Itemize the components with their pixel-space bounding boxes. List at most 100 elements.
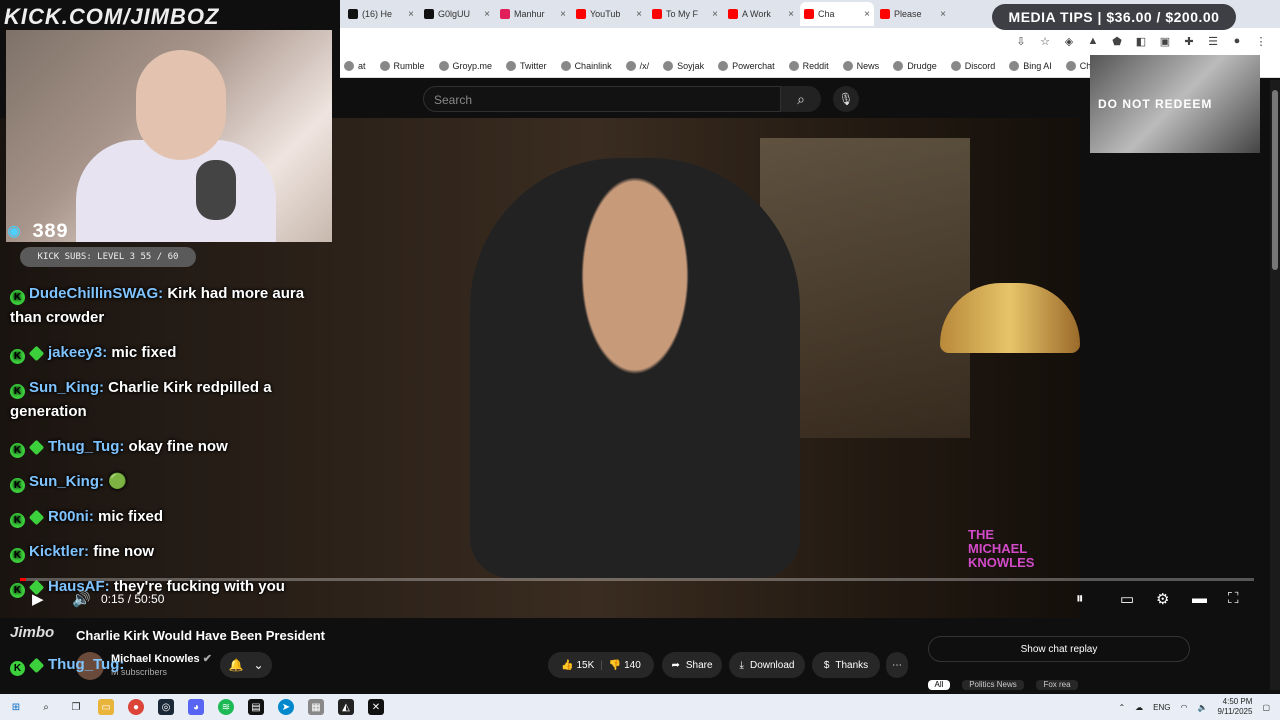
close-icon[interactable]: × <box>408 9 414 20</box>
time-display: 0:15 / 50:50 <box>101 592 165 606</box>
chat-username[interactable]: Thug_Tug: <box>48 438 124 455</box>
page-scrollbar[interactable] <box>1270 80 1280 690</box>
shield-icon[interactable]: ⬟ <box>1110 34 1124 48</box>
task-view-icon[interactable]: ❐ <box>68 699 84 715</box>
chip-fox[interactable]: Fox rea <box>1036 680 1078 690</box>
chat-username[interactable]: DudeChillinSWAG: <box>29 285 163 302</box>
media-icon[interactable]: ☰ <box>1206 34 1220 48</box>
star-icon[interactable]: ☆ <box>1038 34 1052 48</box>
volume-icon[interactable]: 🔊 <box>72 590 91 608</box>
browser-tab[interactable]: Manhur × <box>496 2 570 26</box>
bookmark-icon <box>344 60 354 71</box>
fullscreen-icon[interactable]: ⛶ <box>1228 590 1239 607</box>
dislike-button[interactable]: 👎 140 <box>609 660 641 671</box>
share-button[interactable]: ➦ Share <box>662 652 722 678</box>
chrome-icon[interactable]: ● <box>128 699 144 715</box>
show-chat-replay-button[interactable]: Show chat replay <box>928 636 1190 662</box>
search-input[interactable]: Search <box>423 86 781 112</box>
bookmark-item[interactable]: at <box>344 60 366 71</box>
volume-icon[interactable]: 🔈 <box>1197 703 1207 712</box>
app-icon[interactable]: ▦ <box>308 699 324 715</box>
more-actions-button[interactable]: ⋯ <box>886 652 908 678</box>
browser-tab[interactable]: G0lgUU × <box>420 2 494 26</box>
steam-icon[interactable]: ◎ <box>158 699 174 715</box>
close-icon[interactable]: × <box>788 9 794 20</box>
progress-bar[interactable] <box>20 578 1254 581</box>
thanks-label: Thanks <box>835 659 869 671</box>
tab-label: To My F <box>666 9 699 19</box>
bookmark-item[interactable]: Drudge <box>893 60 937 71</box>
bookmark-item[interactable]: Powerchat <box>718 60 775 71</box>
extension-icon[interactable]: ◧ <box>1134 34 1148 48</box>
terminal-icon[interactable]: ▤ <box>248 699 264 715</box>
notification-icon[interactable]: ▢ <box>1262 703 1270 712</box>
bookmark-item[interactable]: Groyp.me <box>438 60 492 71</box>
language-indicator[interactable]: ENG <box>1153 703 1170 712</box>
bookmark-item[interactable]: Reddit <box>788 60 829 71</box>
extension-icon[interactable]: ◈ <box>1062 34 1076 48</box>
voice-search-button[interactable]: 🎙 <box>833 86 859 112</box>
wifi-icon[interactable]: ◠ <box>1180 703 1187 712</box>
bookmark-item[interactable]: Bing AI <box>1009 60 1052 71</box>
browser-tab[interactable]: Please × <box>876 2 950 26</box>
settings-icon[interactable]: ⚙ <box>1156 590 1169 608</box>
puzzle-icon[interactable]: ✚ <box>1182 34 1196 48</box>
close-icon[interactable]: × <box>864 9 870 20</box>
install-icon[interactable]: ⇩ <box>1014 34 1028 48</box>
jimbo-logo: Jimbo <box>10 624 55 641</box>
start-icon[interactable]: ⊞ <box>8 699 24 715</box>
bookmark-item[interactable]: Chainlink <box>560 60 612 71</box>
capcut-icon[interactable]: ✕ <box>368 699 384 715</box>
close-icon[interactable]: × <box>560 9 566 20</box>
channel-name[interactable]: Michael Knowles ✔ <box>111 652 212 665</box>
chat-username[interactable]: Sun_King: <box>29 379 104 396</box>
extension-icon[interactable]: ▣ <box>1158 34 1172 48</box>
profile-icon[interactable]: ● <box>1230 34 1244 48</box>
close-icon[interactable]: × <box>484 9 490 20</box>
chevron-up-icon[interactable]: ⌃ <box>1118 703 1125 712</box>
chip-politics-news[interactable]: Politics News <box>962 680 1024 690</box>
kick-badge-icon: K <box>10 513 25 528</box>
telegram-icon[interactable]: ➤ <box>278 699 294 715</box>
close-icon[interactable]: × <box>712 9 718 20</box>
menu-icon[interactable]: ⋮ <box>1254 34 1268 48</box>
download-button[interactable]: ⤓ Download <box>729 652 805 678</box>
discord-icon[interactable]: ◕ <box>188 699 204 715</box>
bookmark-item[interactable]: Soyjak <box>663 60 704 71</box>
chip-all[interactable]: All <box>928 680 950 690</box>
chat-username[interactable]: Sun_King: <box>29 473 104 490</box>
play-icon[interactable]: ▶ <box>32 590 44 608</box>
bookmark-item[interactable]: Twitter <box>506 60 547 71</box>
network-icon[interactable]: ☁ <box>1135 703 1143 712</box>
clock[interactable]: 4:50 PM 9/11/2025 <box>1217 697 1252 717</box>
browser-tab[interactable]: To My F × <box>648 2 722 26</box>
chat-username[interactable]: jakeey3: <box>48 344 107 361</box>
like-button[interactable]: 👍 15K <box>561 660 594 671</box>
close-icon[interactable]: × <box>636 9 642 20</box>
file-explorer-icon[interactable]: ▭ <box>98 699 114 715</box>
notification-bell-button[interactable]: 🔔 ⌄ <box>220 652 272 678</box>
browser-tab[interactable]: YouTub × <box>572 2 646 26</box>
bookmark-item[interactable]: /x/ <box>625 60 649 71</box>
search-button[interactable]: ⌕ <box>781 86 821 112</box>
chat-username[interactable]: Kicktler: <box>29 543 89 560</box>
extension-icon[interactable]: ▲ <box>1086 34 1100 48</box>
theater-icon[interactable]: ▬ <box>1192 590 1207 607</box>
close-icon[interactable]: × <box>940 9 946 20</box>
captions-icon[interactable]: ▭ <box>1120 590 1134 608</box>
kick-badge-icon: K <box>10 290 25 305</box>
search-icon[interactable]: ⌕ <box>38 699 54 715</box>
scrollbar-thumb[interactable] <box>1272 90 1278 270</box>
chat-username[interactable]: R00ni: <box>48 508 94 525</box>
adobe-icon[interactable]: ◭ <box>338 699 354 715</box>
thanks-button[interactable]: $ Thanks <box>812 652 880 678</box>
browser-tab[interactable]: (16) He × <box>344 2 418 26</box>
bookmark-item[interactable]: News <box>842 60 879 71</box>
bookmark-item[interactable]: Discord <box>950 60 995 71</box>
browser-tab[interactable]: A Work × <box>724 2 798 26</box>
browser-tab[interactable]: Cha × <box>800 2 874 26</box>
bookmark-item[interactable]: Rumble <box>379 60 425 71</box>
autoplay-toggle[interactable]: ⏸ <box>1076 590 1084 607</box>
spotify-icon[interactable]: ≋ <box>218 699 234 715</box>
progress-fill <box>20 578 27 581</box>
